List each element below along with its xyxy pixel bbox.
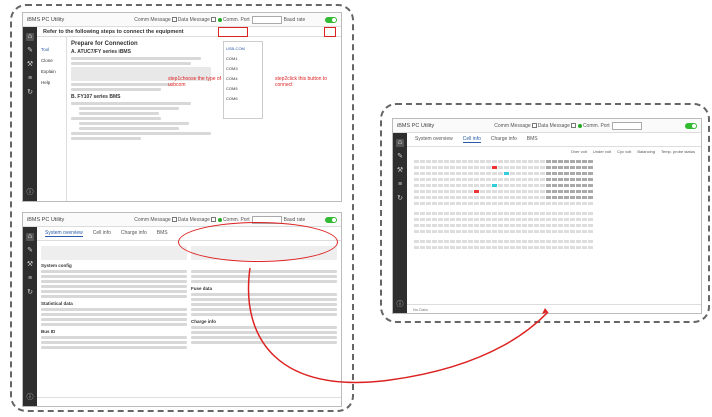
flow-arrow	[247, 267, 549, 384]
